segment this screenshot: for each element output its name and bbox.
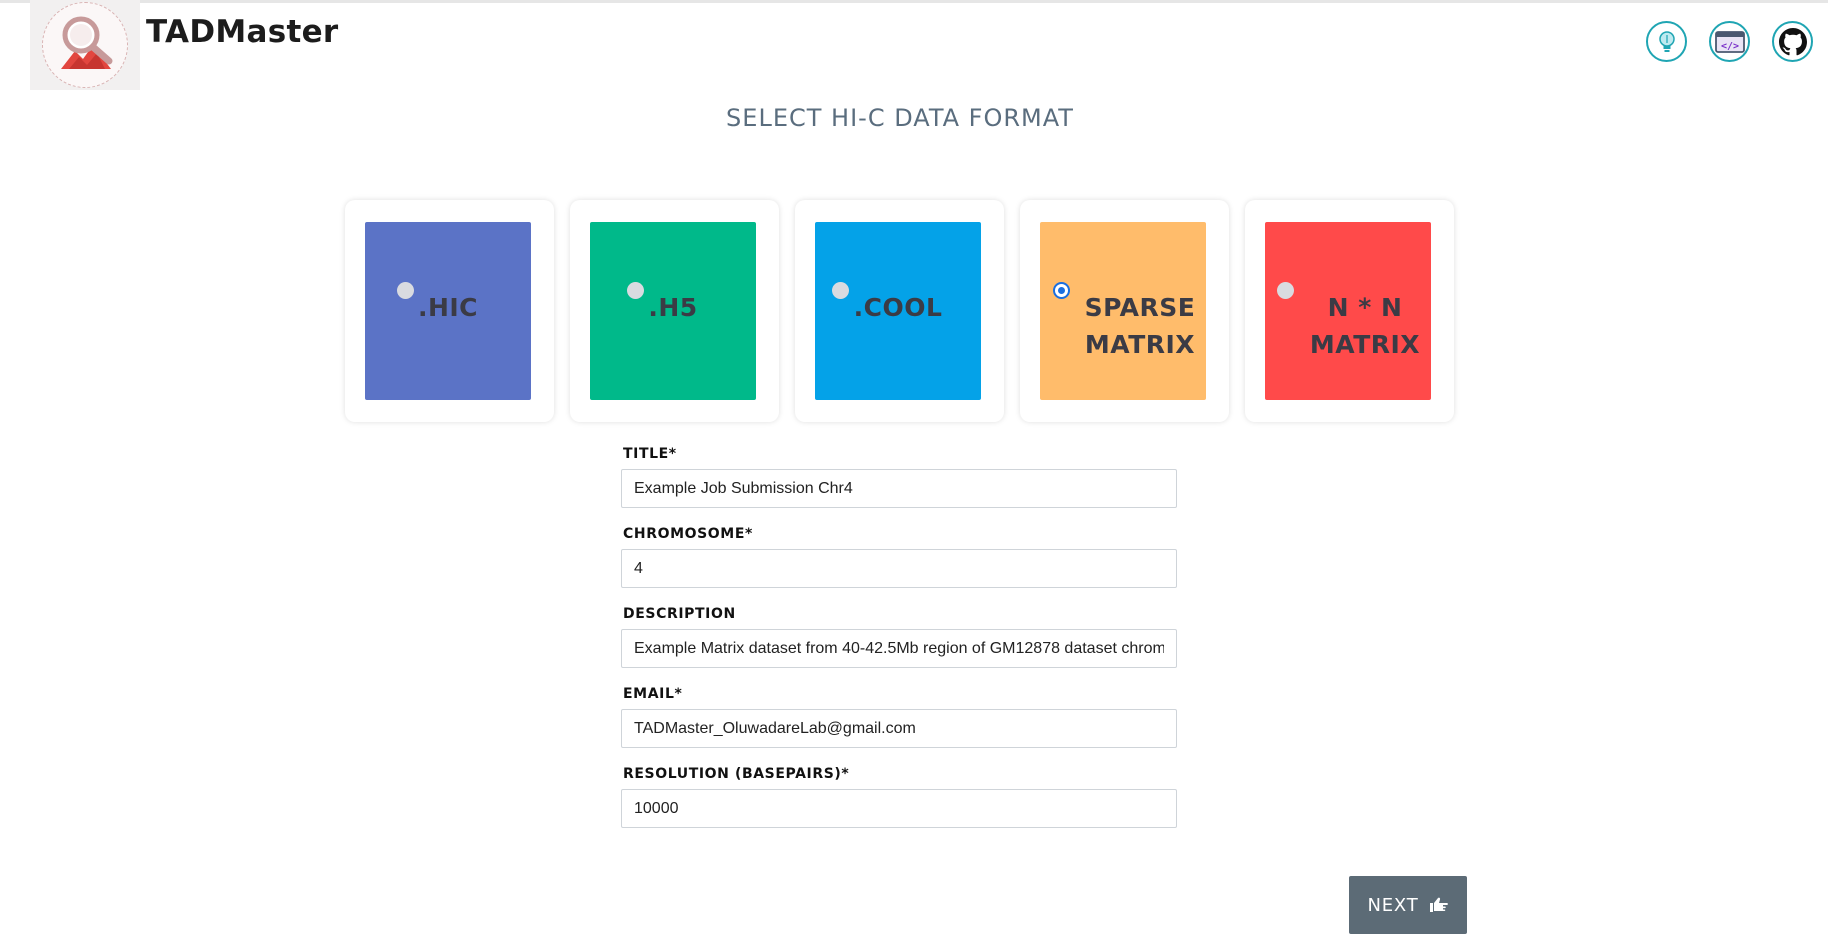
title-input[interactable]	[621, 469, 1177, 508]
svg-text:</>: </>	[1720, 41, 1738, 52]
brand-name: TADMaster	[146, 14, 339, 50]
email-label: EMAIL*	[623, 686, 683, 702]
description-input[interactable]	[621, 629, 1177, 668]
resolution-label: RESOLUTION (BASEPAIRS)*	[623, 766, 850, 782]
logo-emblem	[42, 2, 128, 88]
description-label: DESCRIPTION	[623, 606, 736, 622]
format-card-hic[interactable]: .HIC	[345, 200, 554, 422]
format-label-h5: .H5	[648, 293, 698, 322]
magnifier-icon	[61, 16, 113, 69]
format-label-nxn-matrix: N * N MATRIX	[1309, 293, 1421, 359]
hand-point-right-icon	[1429, 897, 1448, 912]
format-card-cool[interactable]: .COOL	[795, 200, 1004, 422]
format-radio-nxn-matrix[interactable]	[1277, 282, 1294, 299]
chromosome-label: CHROMOSOME*	[623, 526, 753, 542]
resolution-input[interactable]	[621, 789, 1177, 828]
format-label-sparse-matrix: SPARSE MATRIX	[1084, 293, 1196, 359]
github-icon[interactable]	[1772, 21, 1813, 62]
code-window-icon[interactable]: </>	[1709, 21, 1750, 62]
lightbulb-icon[interactable]	[1646, 21, 1687, 62]
email-input[interactable]	[621, 709, 1177, 748]
chromosome-input[interactable]	[621, 549, 1177, 588]
format-card-h5[interactable]: .H5	[570, 200, 779, 422]
format-card-sparse-matrix[interactable]: SPARSE MATRIX	[1020, 200, 1229, 422]
title-label: TITLE*	[623, 446, 677, 462]
top-border	[0, 0, 1828, 3]
next-button[interactable]: NEXT	[1349, 876, 1467, 934]
logo[interactable]	[30, 0, 140, 90]
next-button-label: NEXT	[1367, 894, 1419, 916]
format-radio-sparse-matrix[interactable]	[1053, 282, 1070, 299]
format-label-hic: .HIC	[417, 293, 479, 322]
page-title: SELECT HI-C DATA FORMAT	[726, 104, 1074, 132]
format-card-nxn-matrix[interactable]: N * N MATRIX	[1245, 200, 1454, 422]
format-label-cool: .COOL	[853, 293, 943, 322]
